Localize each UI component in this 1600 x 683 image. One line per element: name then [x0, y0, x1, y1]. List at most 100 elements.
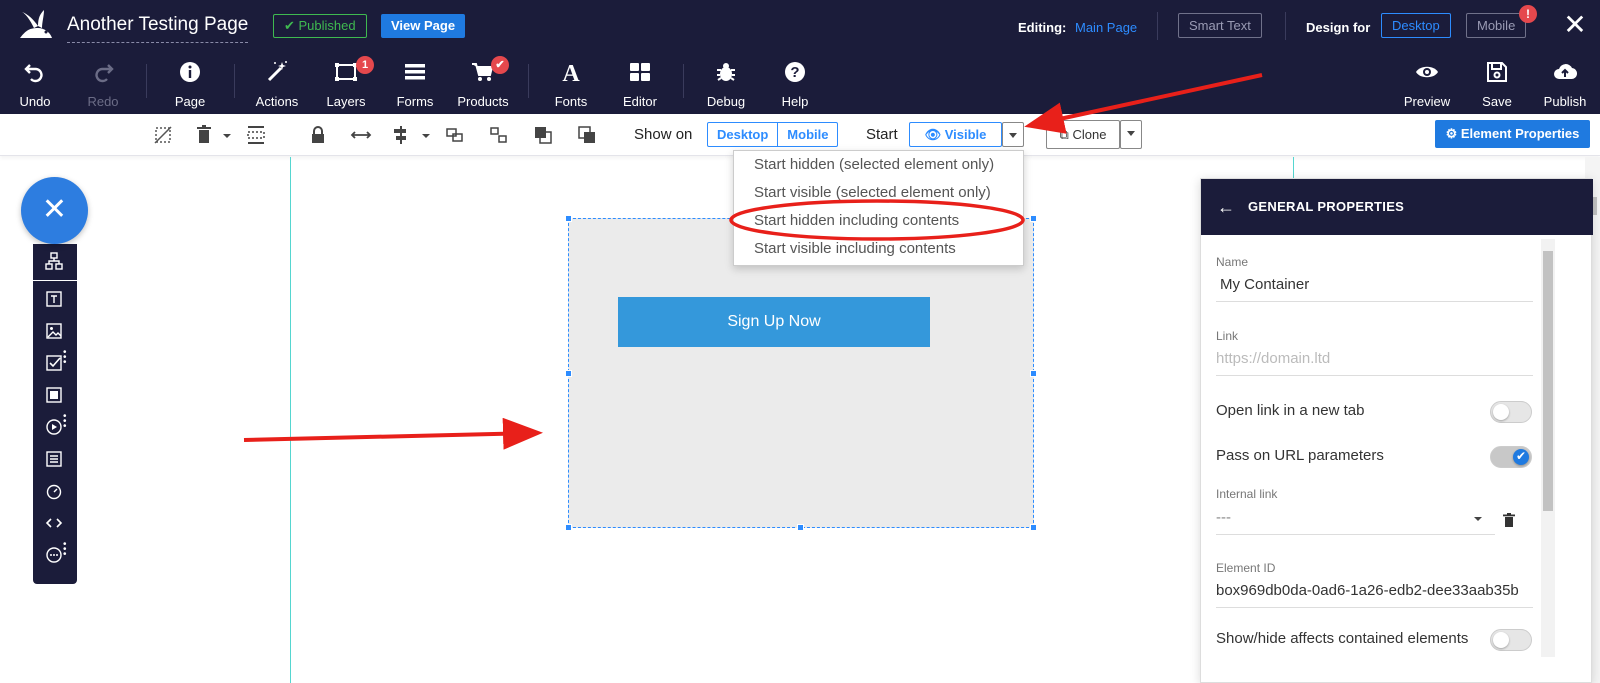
forms-button[interactable]: Forms	[380, 58, 450, 110]
internal-link-select[interactable]: ---	[1216, 509, 1495, 535]
delete-icon[interactable]	[193, 124, 215, 146]
resize-handle[interactable]	[1030, 370, 1037, 377]
pass-url-params-toggle[interactable]: ✔	[1490, 446, 1532, 468]
products-button[interactable]: ✔ Products	[448, 56, 518, 110]
name-field[interactable]: My Container	[1216, 276, 1533, 302]
delete-menu-chevron-down-icon[interactable]	[216, 124, 231, 146]
save-label: Save	[1482, 94, 1512, 109]
show-on-desktop-button[interactable]: Desktop	[708, 123, 777, 146]
internal-link-label: Internal link	[1216, 487, 1278, 501]
trash-icon[interactable]	[1503, 513, 1515, 527]
published-badge: ✔ Published	[273, 14, 367, 38]
image-element-icon[interactable]	[45, 322, 63, 340]
internal-link-chevron-down-icon[interactable]	[1473, 515, 1483, 523]
actions-label: Actions	[255, 94, 299, 109]
page-button[interactable]: Page	[155, 58, 225, 110]
start-visible-button[interactable]: 👁 Visible	[909, 122, 1002, 147]
menu-item-start-visible-selected[interactable]: Start visible (selected element only)	[754, 184, 991, 201]
spacing-icon[interactable]	[245, 124, 267, 146]
properties-panel-header: ← GENERAL PROPERTIES	[1201, 179, 1593, 235]
text-element-icon[interactable]	[45, 290, 63, 308]
gear-icon: ⚙	[1445, 126, 1458, 141]
more-dots-icon[interactable]: • • •	[63, 540, 67, 560]
resize-handle[interactable]	[565, 370, 572, 377]
show-hide-affects-label: Show/hide affects contained elements	[1216, 630, 1469, 647]
group-icon[interactable]	[444, 124, 466, 146]
show-hide-affects-toggle[interactable]	[1490, 629, 1532, 651]
publish-button[interactable]: Publish	[1530, 58, 1600, 110]
sign-up-button[interactable]: Sign Up Now	[618, 297, 930, 347]
resize-handle[interactable]	[797, 524, 804, 531]
back-arrow-icon[interactable]: ←	[1217, 197, 1235, 218]
divider	[683, 64, 684, 98]
timer-element-icon[interactable]	[45, 482, 63, 500]
editor-button[interactable]: Editor	[605, 58, 675, 110]
layers-button[interactable]: 1 Layers	[311, 56, 381, 110]
redo-button[interactable]: Redo	[68, 58, 138, 110]
rabbit-logo-icon[interactable]	[16, 8, 56, 44]
grid-icon	[630, 63, 650, 81]
save-button[interactable]: Save	[1462, 58, 1532, 110]
pass-url-params-label: Pass on URL parameters	[1216, 447, 1384, 464]
checkbox-element-icon[interactable]	[45, 354, 63, 372]
element-properties-button[interactable]: ⚙ Element Properties	[1435, 120, 1590, 148]
resize-handle[interactable]	[1030, 524, 1037, 531]
more-dots-icon[interactable]: • • •	[63, 412, 67, 432]
more-elements-icon[interactable]	[45, 546, 63, 564]
page-title[interactable]: Another Testing Page	[67, 14, 249, 43]
link-field[interactable]: https://domain.ltd	[1216, 350, 1533, 376]
video-element-icon[interactable]	[45, 418, 63, 436]
view-page-button[interactable]: View Page	[381, 14, 466, 38]
clone-dropdown-chevron-down-icon[interactable]	[1120, 120, 1142, 149]
open-new-tab-toggle[interactable]	[1490, 401, 1532, 423]
undo-button[interactable]: Undo	[0, 58, 70, 110]
more-dots-icon[interactable]: • • •	[63, 348, 67, 368]
resize-handle[interactable]	[565, 215, 572, 222]
svg-text:?: ?	[790, 64, 799, 81]
close-editor-icon[interactable]: ✕	[1560, 10, 1590, 40]
mobile-alert-badge: !	[1519, 5, 1537, 23]
deselect-icon[interactable]	[152, 124, 174, 146]
menu-item-start-visible-including-contents[interactable]: Start visible including contents	[754, 240, 956, 257]
align-menu-chevron-down-icon[interactable]	[415, 124, 430, 146]
magic-wand-icon	[267, 61, 287, 82]
divider	[528, 64, 529, 98]
floppy-disk-icon	[1487, 62, 1507, 82]
ungroup-icon[interactable]	[488, 124, 510, 146]
smart-text-button[interactable]: Smart Text	[1178, 13, 1262, 38]
start-dropdown-chevron-down-icon[interactable]	[1002, 122, 1024, 147]
eye-icon	[1416, 66, 1438, 78]
sitemap-icon[interactable]	[45, 252, 63, 270]
help-button[interactable]: ? Help	[760, 58, 830, 110]
products-label: Products	[457, 94, 509, 109]
fonts-button[interactable]: A Fonts	[536, 58, 606, 110]
open-new-tab-label: Open link in a new tab	[1216, 402, 1365, 419]
lock-icon[interactable]	[307, 124, 329, 146]
resize-handle[interactable]	[1030, 215, 1037, 222]
name-label: Name	[1216, 255, 1249, 269]
menu-item-start-hidden-including-contents[interactable]: Start hidden including contents	[754, 212, 959, 229]
properties-scrollbar-thumb[interactable]	[1543, 251, 1553, 511]
editing-page-link[interactable]: Main Page	[1075, 20, 1137, 35]
design-desktop-button[interactable]: Desktop	[1381, 13, 1451, 38]
element-id-field[interactable]: box969db0da-0ad6-1a26-edb2-dee33aab35b	[1216, 582, 1533, 608]
box-element-icon[interactable]	[45, 386, 63, 404]
publish-label: Publish	[1543, 94, 1587, 109]
bring-forward-icon[interactable]	[532, 124, 554, 146]
code-element-icon[interactable]	[45, 514, 63, 532]
clone-button[interactable]: ⧉ Clone	[1046, 120, 1120, 149]
resize-handle[interactable]	[565, 524, 572, 531]
cloud-upload-icon	[1554, 64, 1577, 80]
full-width-icon[interactable]	[350, 124, 372, 146]
show-on-mobile-button[interactable]: Mobile	[777, 123, 837, 146]
actions-button[interactable]: Actions	[242, 58, 312, 110]
debug-button[interactable]: Debug	[691, 58, 761, 110]
design-mobile-button[interactable]: Mobile	[1466, 13, 1527, 38]
form-element-icon[interactable]	[45, 450, 63, 468]
properties-scrollbar[interactable]	[1541, 239, 1555, 657]
menu-item-start-hidden-selected[interactable]: Start hidden (selected element only)	[754, 156, 994, 173]
align-icon[interactable]	[390, 124, 412, 146]
preview-button[interactable]: Preview	[1392, 58, 1462, 110]
close-add-panel-button[interactable]: ✕	[21, 177, 88, 244]
send-backward-icon[interactable]	[576, 124, 598, 146]
